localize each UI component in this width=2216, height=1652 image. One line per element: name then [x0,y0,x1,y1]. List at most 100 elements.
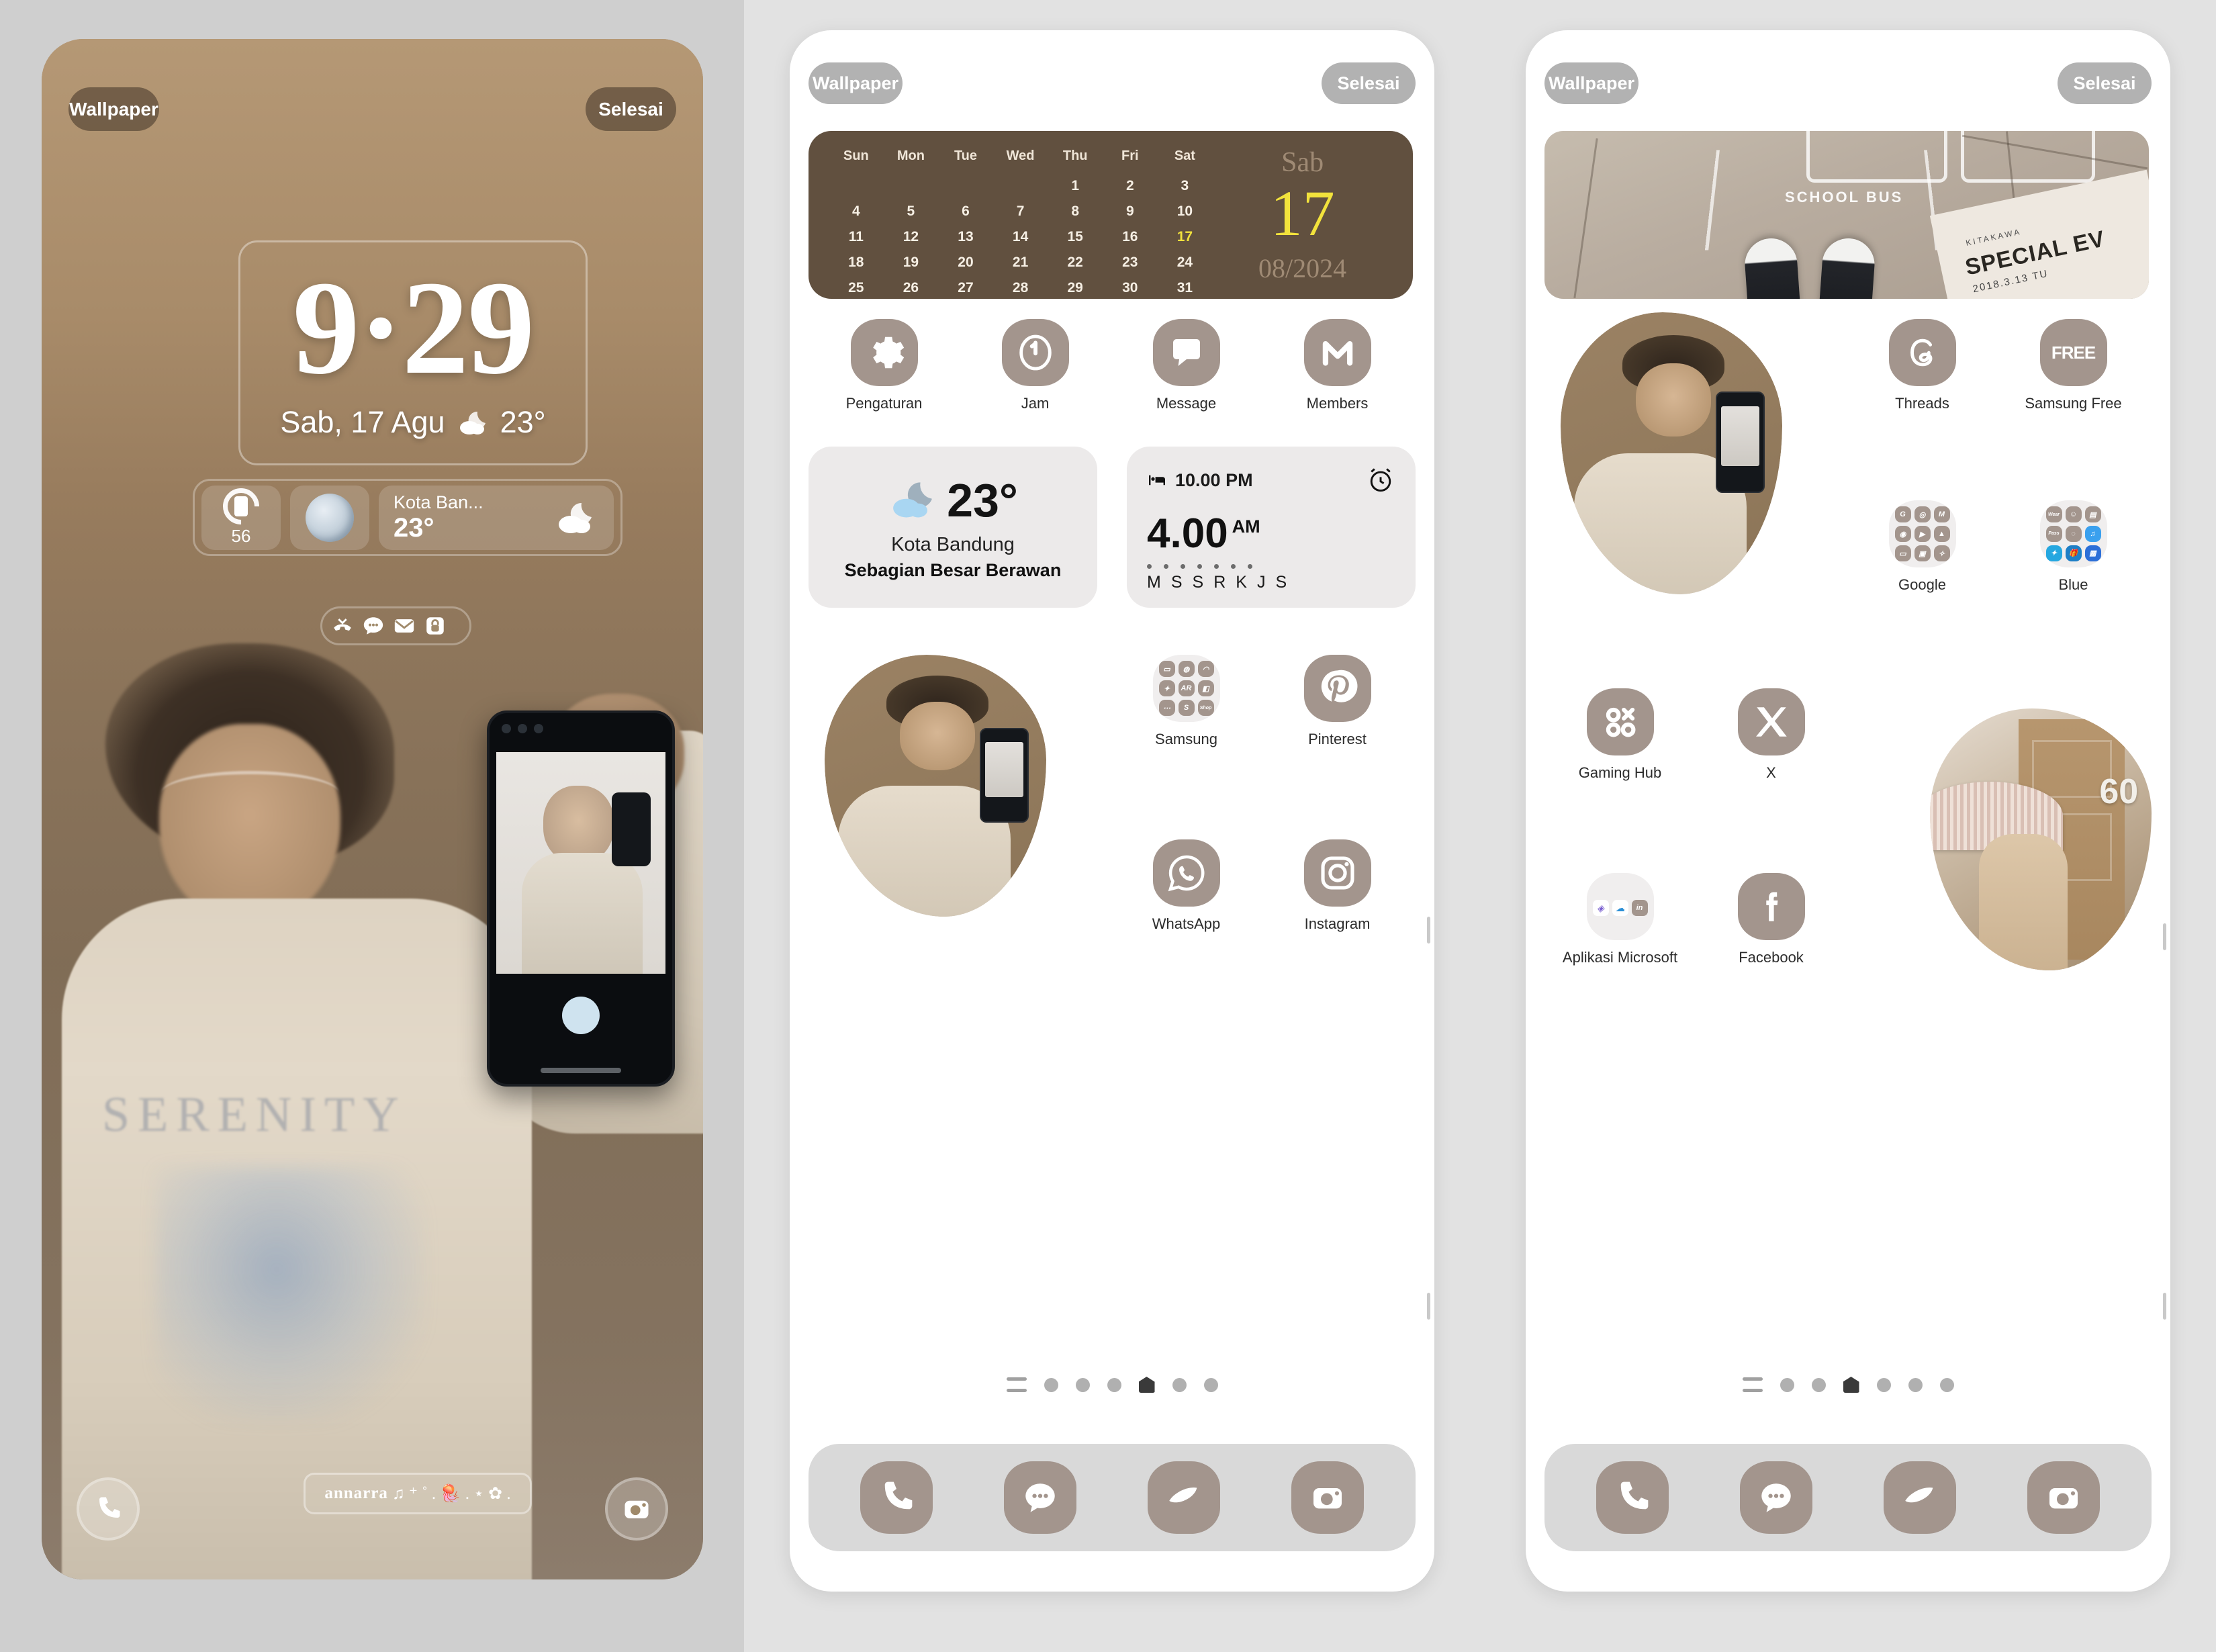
home1-done-button[interactable]: Selesai [1322,62,1416,104]
calendar-day[interactable]: 22 [1048,250,1103,275]
folder-grid: ◈ ☁ in [1592,897,1648,916]
page-dot[interactable] [1780,1377,1794,1392]
calendar-day[interactable]: 24 [1158,250,1213,275]
page-indicator[interactable] [790,1377,1434,1393]
app-pengaturan[interactable]: Pengaturan [809,319,960,412]
page-dot[interactable] [1876,1377,1891,1392]
calendar-day[interactable]: 8 [1048,199,1103,224]
dock-camera-icon[interactable] [2027,1461,2100,1534]
photo-widget-large[interactable] [1561,312,1782,594]
page-dot[interactable] [1172,1377,1187,1392]
lock-done-button[interactable]: Selesai [586,87,676,131]
dock-phone-icon[interactable] [860,1461,933,1534]
calendar-day[interactable]: 16 [1103,224,1158,250]
calendar-day[interactable]: 7 [993,199,1048,224]
calendar-day[interactable]: 15 [1048,224,1103,250]
calendar-day[interactable]: 11 [829,224,884,250]
calendar-day-today[interactable]: 17 [1158,224,1213,250]
app-members[interactable]: Members [1262,319,1413,412]
photo-banner-widget[interactable]: SCHOOL BUS KITAKAWA SPECIAL EV 2018.3.13… [1544,131,2149,299]
calendar-day[interactable]: 12 [884,224,939,250]
app-whatsapp[interactable]: WhatsApp [1111,839,1262,933]
lock-weather-widget[interactable]: Kota Ban... 23° [379,485,614,550]
page-dot[interactable] [1075,1377,1090,1392]
calendar-day[interactable]: 28 [993,275,1048,301]
page-home-active-icon[interactable] [1843,1377,1859,1393]
dock-messages-icon[interactable] [1004,1461,1076,1534]
moon-phase-widget[interactable] [290,485,369,550]
calendar-day[interactable]: 20 [938,250,993,275]
home2-wallpaper-button[interactable]: Wallpaper [1544,62,1638,104]
app-row-3: WhatsApp Instagram [1111,839,1413,933]
photo-widget[interactable] [825,655,1046,917]
calendar-week-row: 25 26 27 28 29 30 31 [829,275,1212,301]
home2-done-button[interactable]: Selesai [2058,62,2152,104]
calendar-day[interactable]: 26 [884,275,939,301]
lock-wallpaper-button[interactable]: Wallpaper [68,87,159,131]
page-dot[interactable] [1107,1377,1121,1392]
app-message[interactable]: Message [1111,319,1262,412]
calendar-day[interactable]: 10 [1158,199,1213,224]
calendar-day[interactable]: 6 [938,199,993,224]
page-dot[interactable] [1908,1377,1923,1392]
app-gaming-hub[interactable]: Gaming Hub [1544,688,1696,782]
home1-wallpaper-button[interactable]: Wallpaper [809,62,903,104]
page-dot[interactable] [1811,1377,1826,1392]
lock-clock-widget[interactable]: 9·29 Sab, 17 Agu 23° [238,240,588,465]
calendar-day[interactable]: 19 [884,250,939,275]
page-dot[interactable] [1044,1377,1058,1392]
lock-notification-icons[interactable] [320,606,471,645]
page-dot[interactable] [1939,1377,1954,1392]
page-home-active-icon[interactable] [1138,1377,1155,1393]
app-list-icon[interactable] [1006,1377,1027,1392]
calendar-day[interactable] [993,173,1048,199]
lock-phone-shortcut[interactable] [77,1477,140,1541]
app-jam[interactable]: Jam [960,319,1111,412]
app-x[interactable]: X [1696,688,1847,782]
dock-internet-icon[interactable] [1884,1461,1956,1534]
calendar-day[interactable]: 18 [829,250,884,275]
app-pinterest[interactable]: Pinterest [1262,655,1413,748]
calendar-day[interactable]: 2 [1103,173,1158,199]
dock-phone-icon[interactable] [1596,1461,1669,1534]
app-microsoft-folder[interactable]: ◈ ☁ in Aplikasi Microsoft [1544,873,1696,966]
calendar-day[interactable]: 4 [829,199,884,224]
page-dot[interactable] [1203,1377,1218,1392]
weather-widget[interactable]: 23° Kota Bandung Sebagian Besar Berawan [809,447,1097,608]
gear-icon [850,319,918,386]
calendar-day[interactable]: 31 [1158,275,1213,301]
umbrella-photo-widget[interactable]: 60 [1930,708,2152,970]
calendar-day[interactable]: 30 [1103,275,1158,301]
calendar-day[interactable]: 25 [829,275,884,301]
app-google-folder[interactable]: G ◎ M ◉ ▶ ▲ ▭ ▣ ✧ Google [1847,500,1998,594]
calendar-day[interactable]: 3 [1158,173,1213,199]
app-blue-folder[interactable]: Wear ☺ ▤ Pass ◌ ♫ ✦ 🎁 ▦ Blue [1998,500,2149,594]
calendar-widget[interactable]: Sun Mon Tue Wed Thu Fri Sat 1 2 3 4 5 6 … [809,131,1413,299]
calendar-day[interactable]: 21 [993,250,1048,275]
lock-camera-shortcut[interactable] [605,1477,668,1541]
calendar-day[interactable] [829,173,884,199]
battery-widget[interactable]: 56 [201,480,281,550]
dock-camera-icon[interactable] [1291,1461,1364,1534]
app-list-icon[interactable] [1742,1377,1763,1392]
held-phone-screen [496,752,665,974]
calendar-day[interactable]: 13 [938,224,993,250]
app-instagram[interactable]: Instagram [1262,839,1413,933]
app-facebook[interactable]: Facebook [1696,873,1847,966]
calendar-day[interactable]: 1 [1048,173,1103,199]
alarm-widget[interactable]: 10.00 PM 4.00 AM M S S R K J S [1127,447,1416,608]
calendar-day[interactable]: 27 [938,275,993,301]
calendar-day[interactable]: 5 [884,199,939,224]
dock-messages-icon[interactable] [1740,1461,1812,1534]
app-threads[interactable]: Threads [1847,319,1998,412]
calendar-day[interactable] [938,173,993,199]
calendar-day[interactable] [884,173,939,199]
calendar-day[interactable]: 29 [1048,275,1103,301]
calendar-day[interactable]: 23 [1103,250,1158,275]
dock-internet-icon[interactable] [1148,1461,1220,1534]
calendar-day[interactable]: 9 [1103,199,1158,224]
app-samsung-free[interactable]: FREE Samsung Free [1998,319,2149,412]
page-indicator[interactable] [1526,1377,2170,1393]
calendar-day[interactable]: 14 [993,224,1048,250]
app-samsung-folder[interactable]: ▭ ◍ ◠ ✦ AR ◧ ⋯ S Shop Samsung [1111,655,1262,748]
